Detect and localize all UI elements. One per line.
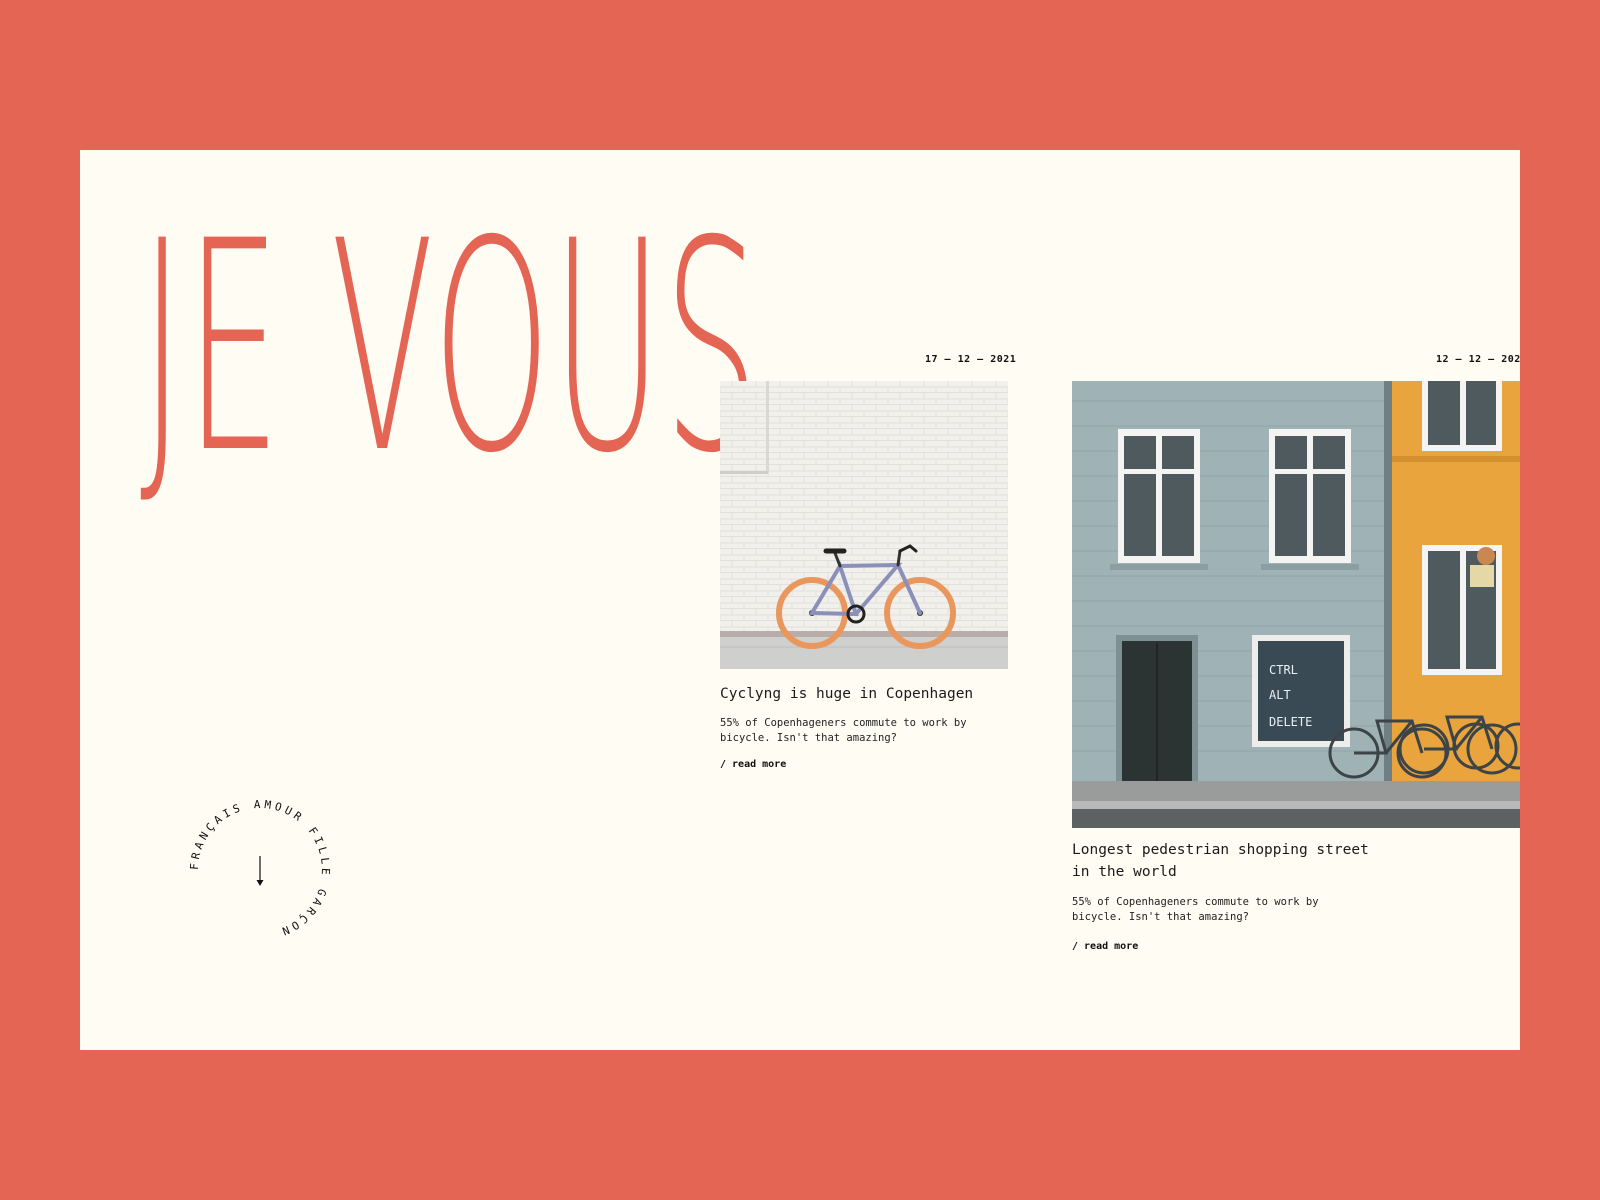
street-buildings-photo[interactable]: CTRL ALT DELETE (1072, 381, 1520, 828)
post-title[interactable]: Longest pedestrian shopping street in th… (1072, 839, 1382, 883)
svg-text:DELETE: DELETE (1269, 715, 1312, 729)
post-date: 17 — 12 — 2021 (925, 354, 1017, 365)
content-panel: JE VOUS 17 — 12 — 2021 Cyclyng is huge i… (80, 150, 1520, 1050)
svg-text:ALT: ALT (1269, 688, 1291, 702)
post-description: 55% of Copenhageners commute to work by … (1072, 896, 1319, 923)
bicycle-photo[interactable] (720, 381, 1008, 669)
circular-text-badge[interactable]: FRANÇAIS AMOUR FILLE GARÇON (180, 790, 340, 950)
hero-title: JE VOUS (140, 180, 761, 517)
read-more-link[interactable]: / read more (1072, 941, 1138, 952)
window-sign-text: CTRL (1269, 663, 1298, 677)
post-date: 12 — 12 — 2021 (1436, 354, 1520, 365)
bicycle-illustration (720, 381, 1008, 669)
post-description: 55% of Copenhageners commute to work by … (720, 717, 967, 744)
street-illustration: CTRL ALT DELETE (1072, 381, 1520, 828)
arrow-down-icon (256, 856, 264, 886)
read-more-link[interactable]: / read more (720, 759, 786, 770)
post-title[interactable]: Cyclyng is huge in Copenhagen (720, 683, 1020, 705)
